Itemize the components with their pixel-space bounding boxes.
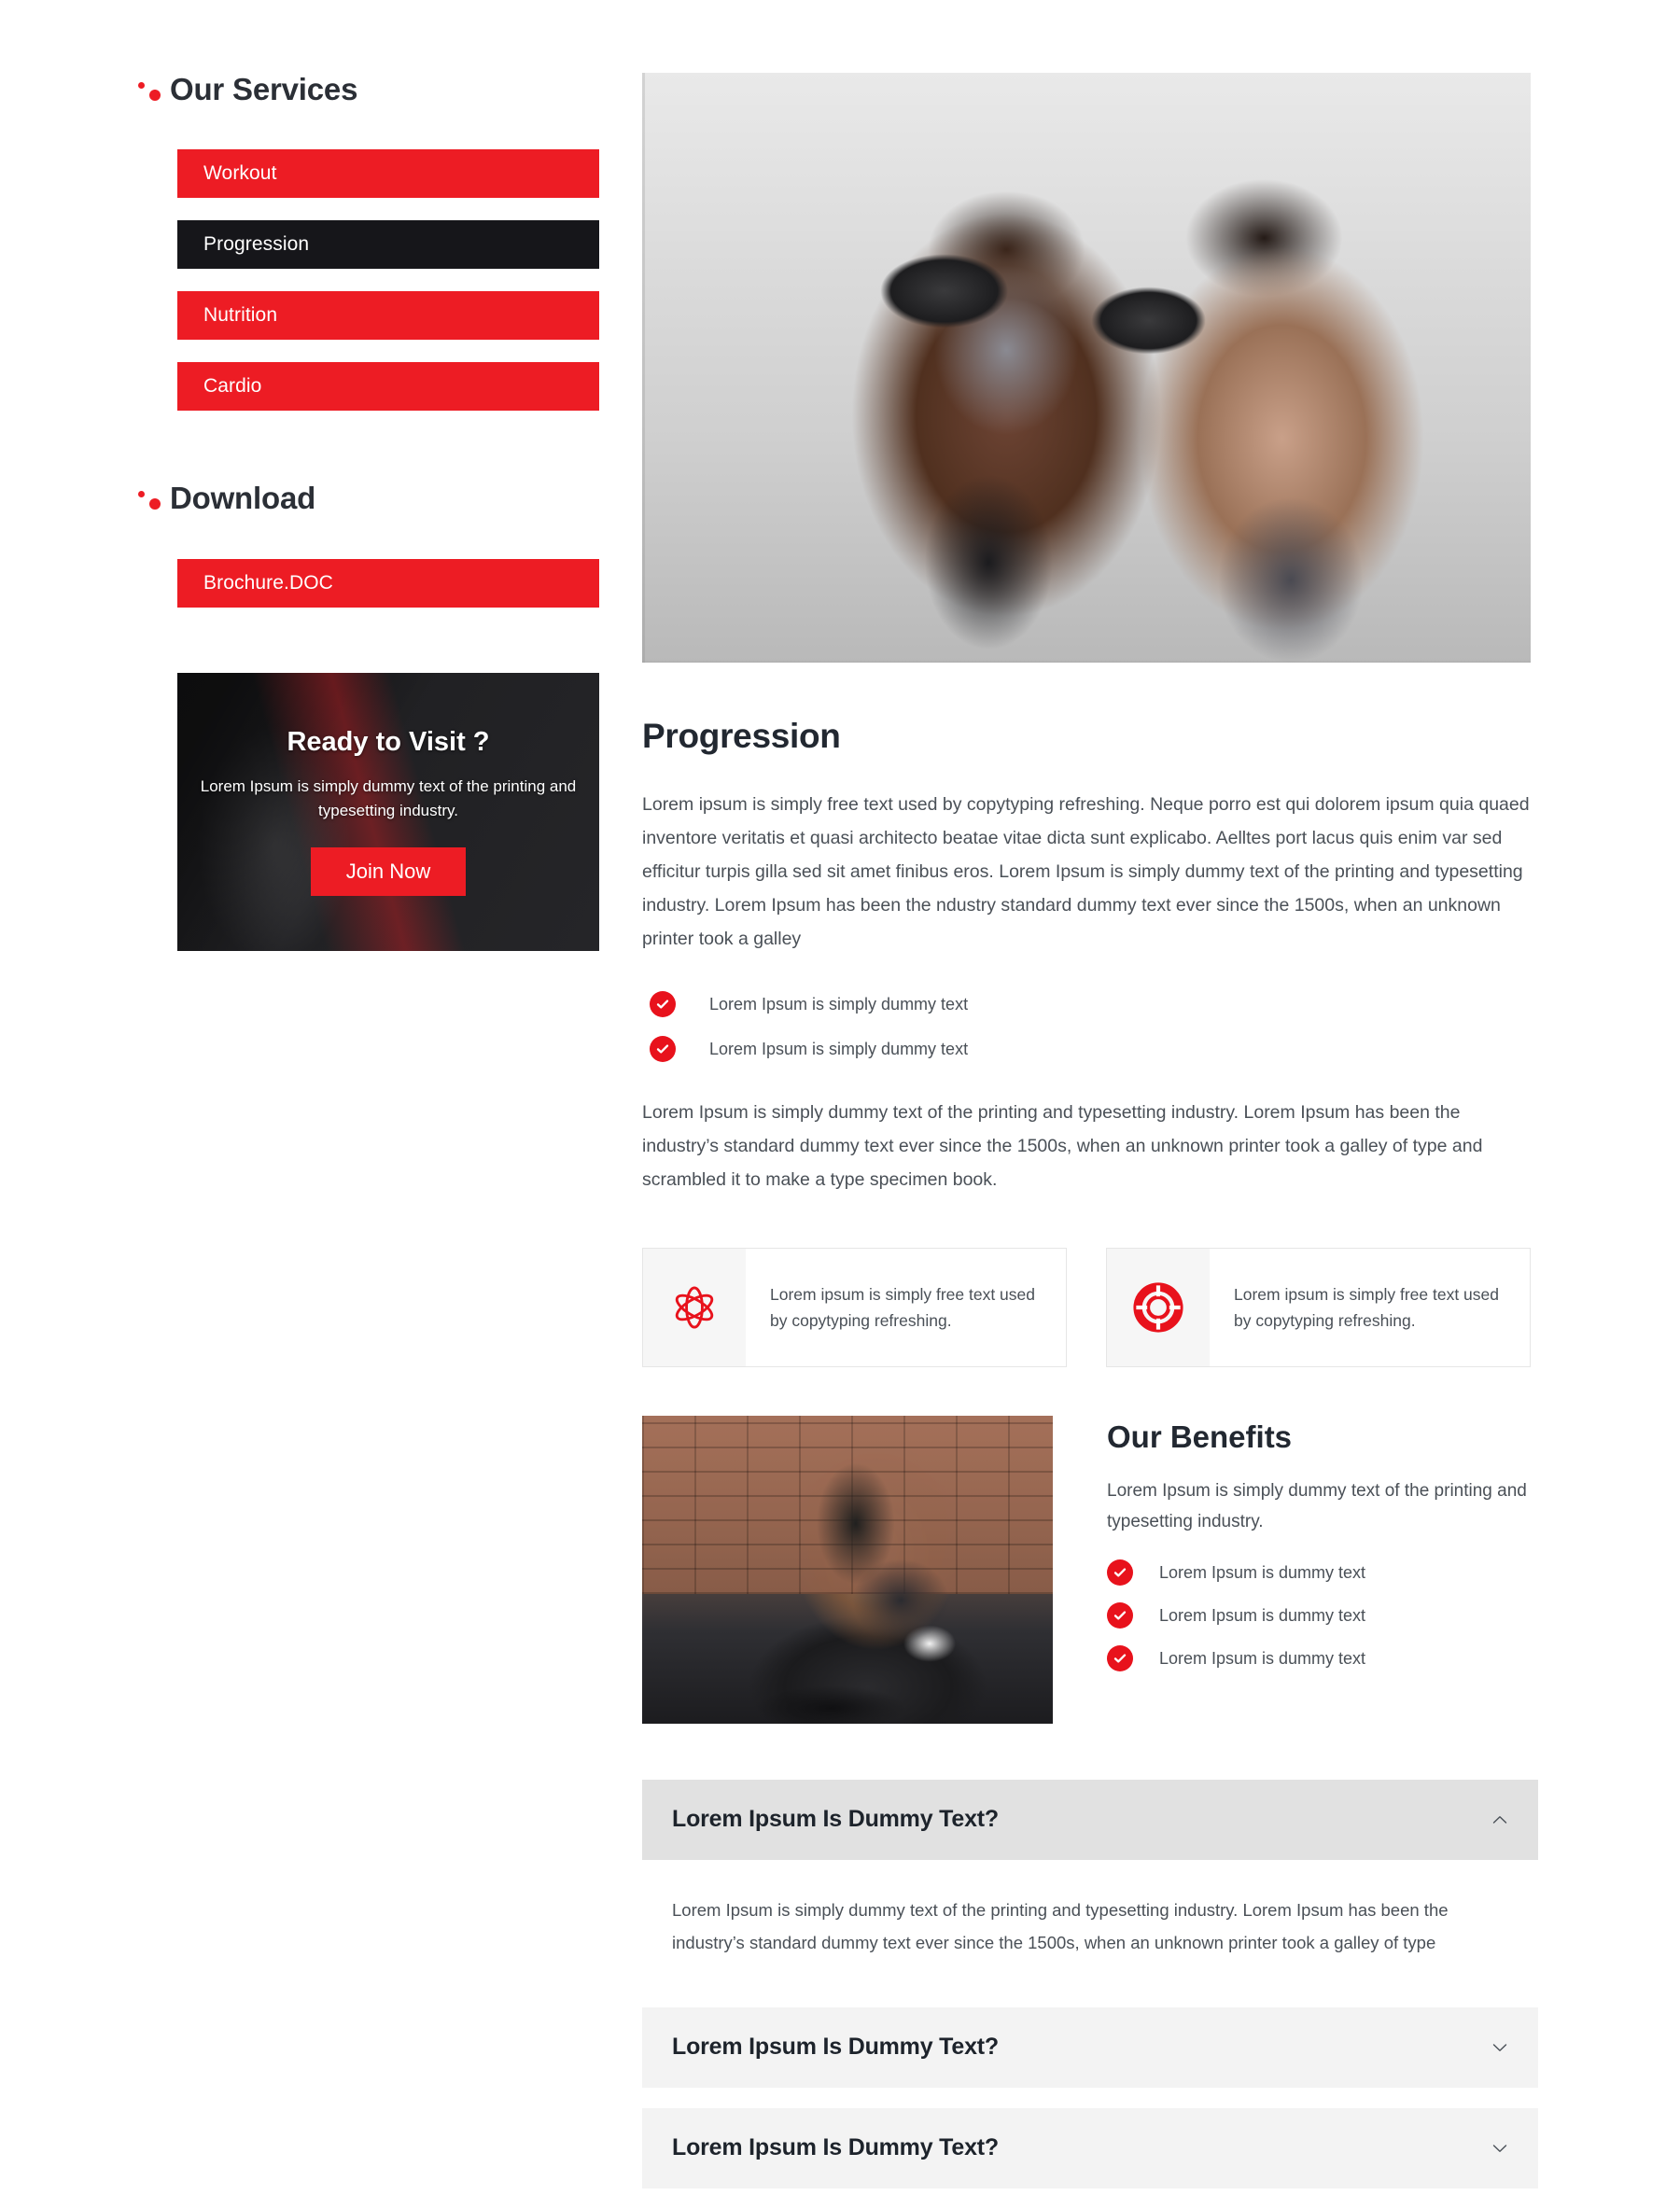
download-widget: Download Brochure.DOC (138, 481, 605, 608)
promo-text: Lorem Ipsum is simply dummy text of the … (200, 776, 577, 820)
list-item: Lorem Ipsum is simply dummy text (650, 1036, 1538, 1063)
atom-icon (643, 1248, 746, 1366)
lifebuoy-icon (1107, 1248, 1210, 1366)
page-root: Our Services Workout Progression Nutriti… (0, 0, 1680, 2209)
download-heading-wrap: Download (138, 481, 605, 516)
check-circle-icon (1107, 1645, 1133, 1671)
accordion-header-2[interactable]: Lorem Ipsum Is Dummy Text? (642, 2006, 1538, 2088)
benefits-list: Lorem Ipsum is dummy text Lorem Ipsum is… (1107, 1559, 1538, 1671)
check-item-label: Lorem Ipsum is simply dummy text (709, 994, 969, 1014)
feature-box-row: Lorem ipsum is simply free text used by … (642, 1247, 1538, 1367)
list-item: Lorem Ipsum is dummy text (1107, 1602, 1538, 1629)
faq-accordion: Lorem Ipsum Is Dummy Text? Lorem Ipsum i… (642, 1779, 1538, 2188)
benefits-section: Our Benefits Lorem Ipsum is simply dummy… (642, 1415, 1538, 1724)
list-item: Lorem Ipsum is simply dummy text (650, 991, 1538, 1018)
accordion-body-1: Lorem Ipsum is simply dummy text of the … (672, 1899, 1449, 1952)
feature-box-atom: Lorem ipsum is simply free text used by … (642, 1247, 1067, 1367)
download-heading: Download (170, 481, 316, 516)
promo-content: Ready to Visit ? Lorem Ipsum is simply d… (177, 727, 599, 897)
list-item: Lorem Ipsum is dummy text (1107, 1645, 1538, 1671)
hero-image (642, 73, 1531, 663)
benefits-title: Our Benefits (1107, 1419, 1293, 1454)
feature-box-lifebuoy: Lorem ipsum is simply free text used by … (1106, 1247, 1531, 1367)
list-item: Lorem Ipsum is dummy text (1107, 1559, 1538, 1586)
benefits-text-block: Our Benefits Lorem Ipsum is simply dummy… (1107, 1416, 1538, 1689)
accordion-item-2: Lorem Ipsum Is Dummy Text? (642, 2006, 1538, 2088)
check-circle-icon (1107, 1602, 1133, 1629)
feature-check-list: Lorem Ipsum is simply dummy text Lorem I… (650, 991, 1538, 1063)
accordion-title: Lorem Ipsum Is Dummy Text? (672, 2034, 999, 2061)
page-title: Progression (642, 717, 841, 755)
promo-card: Ready to Visit ? Lorem Ipsum is simply d… (177, 672, 599, 951)
feature-box-text: Lorem ipsum is simply free text used by … (1234, 1284, 1499, 1330)
sidebar-item-cardio[interactable]: Cardio (177, 362, 599, 412)
benefit-item-label: Lorem Ipsum is dummy text (1159, 1605, 1366, 1625)
chevron-up-icon[interactable] (1491, 1811, 1508, 1828)
promo-title: Ready to Visit ? (287, 726, 490, 757)
join-now-button[interactable]: Join Now (310, 847, 467, 897)
benefit-item-label: Lorem Ipsum is dummy text (1159, 1562, 1366, 1582)
accordion-title: Lorem Ipsum Is Dummy Text? (672, 2134, 999, 2161)
accordion-item-3: Lorem Ipsum Is Dummy Text? (642, 2107, 1538, 2188)
check-item-label: Lorem Ipsum is simply dummy text (709, 1039, 969, 1058)
check-circle-icon (1107, 1559, 1133, 1586)
chevron-down-icon[interactable] (1491, 2140, 1508, 2157)
hero-image-graphic (642, 73, 1531, 663)
sidebar-item-nutrition[interactable]: Nutrition (177, 291, 599, 341)
check-circle-icon (650, 991, 676, 1018)
accordion-title: Lorem Ipsum Is Dummy Text? (672, 1806, 999, 1832)
benefits-description: Lorem Ipsum is simply dummy text of the … (1107, 1480, 1527, 1531)
services-heading: Our Services (170, 72, 358, 106)
paragraph-intro: Lorem ipsum is simply free text used by … (642, 794, 1530, 950)
accordion-header-3[interactable]: Lorem Ipsum Is Dummy Text? (642, 2107, 1538, 2188)
benefits-image-graphic (642, 1415, 1053, 1724)
services-list: Workout Progression Nutrition Cardio (177, 149, 605, 412)
download-item-brochure[interactable]: Brochure.DOC (177, 558, 599, 608)
dot-decoration-icon (138, 486, 162, 510)
sidebar: Our Services Workout Progression Nutriti… (138, 72, 605, 2209)
sidebar-item-workout[interactable]: Workout (177, 149, 599, 199)
check-circle-icon (650, 1036, 676, 1063)
services-heading-wrap: Our Services (138, 72, 605, 106)
sidebar-item-progression[interactable]: Progression (177, 220, 599, 270)
paragraph-secondary: Lorem Ipsum is simply dummy text of the … (642, 1102, 1483, 1191)
benefit-item-label: Lorem Ipsum is dummy text (1159, 1648, 1366, 1668)
dot-decoration-icon (138, 77, 162, 102)
accordion-item-1: Lorem Ipsum Is Dummy Text? Lorem Ipsum i… (642, 1779, 1538, 1987)
main-content: Progression Lorem ipsum is simply free t… (642, 73, 1538, 2209)
feature-box-text: Lorem ipsum is simply free text used by … (770, 1284, 1035, 1330)
accordion-header-1[interactable]: Lorem Ipsum Is Dummy Text? (642, 1779, 1538, 1860)
benefits-image (642, 1415, 1053, 1724)
download-list: Brochure.DOC (177, 558, 605, 608)
chevron-down-icon[interactable] (1491, 2039, 1508, 2056)
